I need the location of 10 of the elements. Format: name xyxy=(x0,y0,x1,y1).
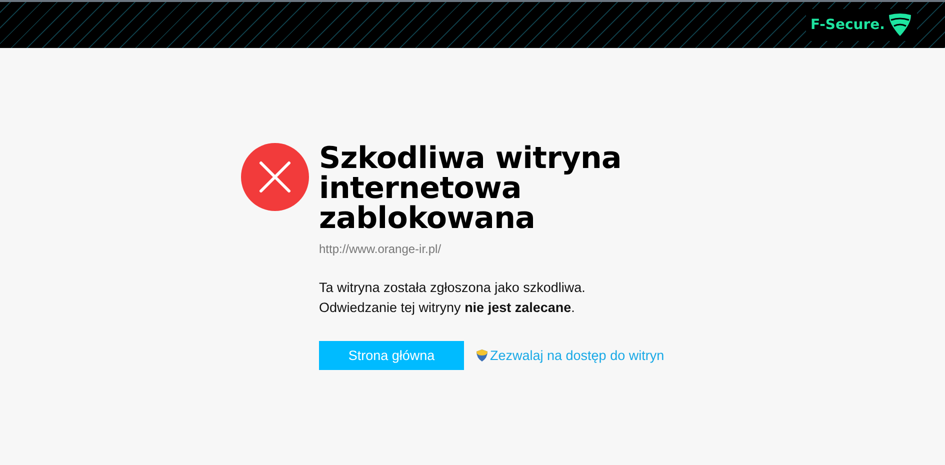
warning-message: Odwiedzanie tej witryny nie jest zalecane. xyxy=(319,299,576,317)
page-title: Szkodliwa witryna internetowa zablokowana xyxy=(319,144,622,234)
error-icon xyxy=(241,143,309,211)
blocked-url: http://www.orange-ir.pl/ xyxy=(319,242,442,256)
allow-access-link[interactable]: Zezwalaj na dostęp do witryn xyxy=(490,348,664,363)
shield-icon xyxy=(476,349,488,362)
shield-logo-icon xyxy=(887,13,913,37)
warning-message: Ta witryna została zgłoszona jako szkodliwa. xyxy=(319,279,586,297)
home-button[interactable]: Strona główna xyxy=(319,341,464,370)
logo-text: F-Secure. xyxy=(810,17,885,33)
